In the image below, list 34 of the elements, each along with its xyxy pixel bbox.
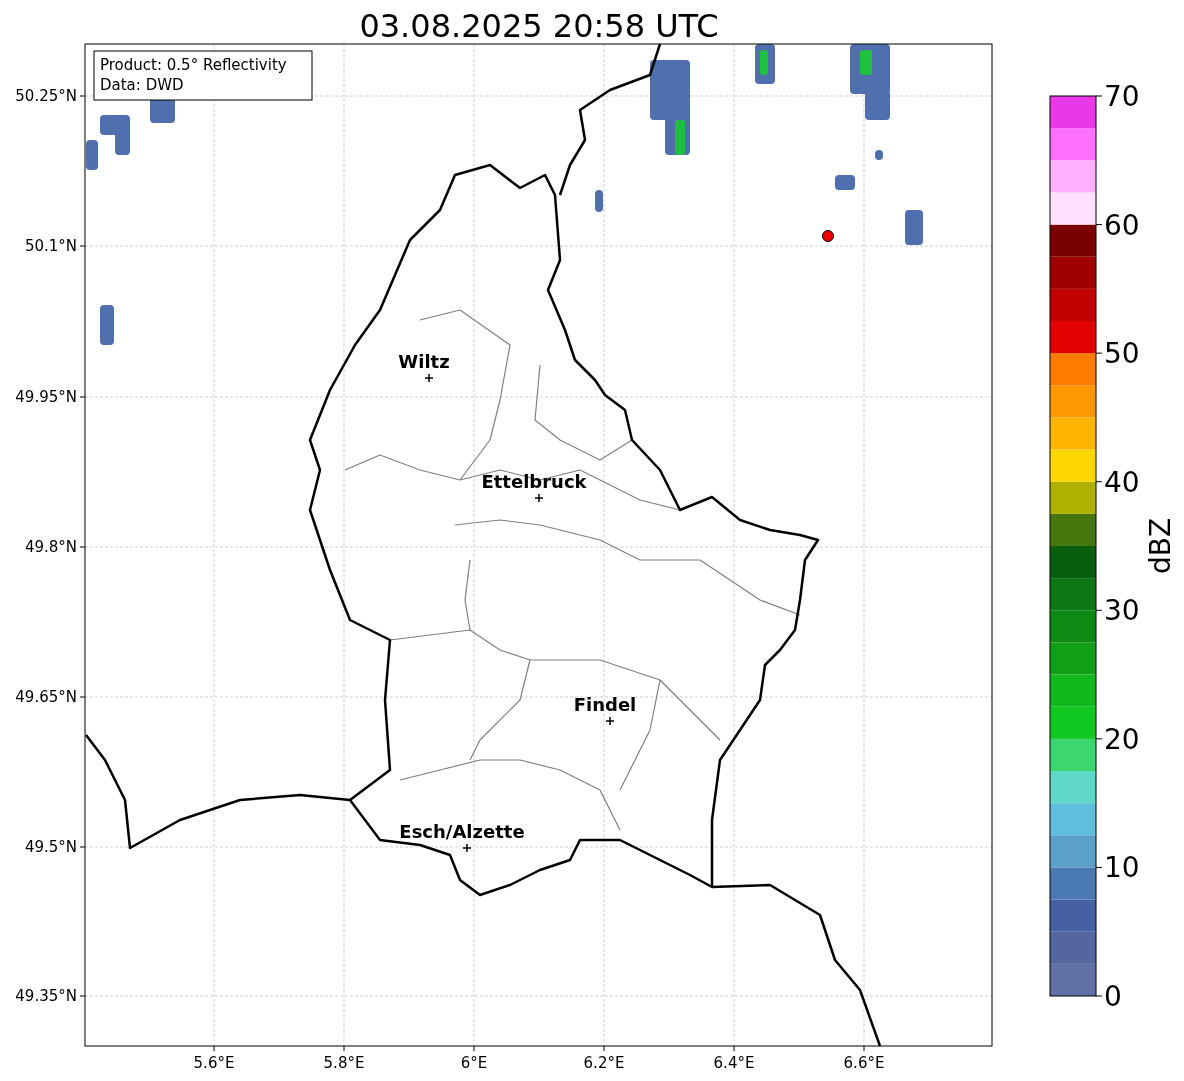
longitude-tick-label: 5.8°E	[323, 1054, 365, 1072]
colorbar-tick-label: 30	[1104, 594, 1140, 628]
colorbar-tick-label: 60	[1104, 208, 1140, 242]
longitude-tick-label: 5.6°E	[193, 1054, 235, 1072]
radar-site-marker	[822, 230, 834, 242]
city-marker-icon	[605, 716, 615, 726]
latitude-tick-label: 49.65°N	[15, 688, 77, 706]
colorbar-tick-label: 70	[1104, 80, 1140, 113]
city-label: Findel	[573, 694, 637, 715]
latitude-tick-label: 49.8°N	[24, 538, 77, 556]
latitude-tick-label: 49.5°N	[24, 838, 77, 856]
colorbar-tick-label: 0	[1104, 980, 1122, 1013]
colorbar-label: dBZ	[1144, 517, 1177, 575]
latitude-tick-label: 50.25°N	[15, 87, 77, 105]
info-text: Product: 0.5° Reflectivity	[100, 56, 287, 74]
latitude-tick-label: 49.95°N	[15, 388, 77, 406]
city-marker-icon	[534, 493, 544, 503]
city-marker-icon	[462, 843, 472, 853]
chart-title: 03.08.2025 20:58 UTC	[359, 7, 719, 45]
city-marker-icon	[424, 373, 434, 383]
longitude-tick-label: 6.2°E	[583, 1054, 625, 1072]
colorbar-tick-label: 40	[1104, 465, 1140, 499]
colorbar-tick-label: 20	[1104, 722, 1140, 756]
info-text: Data: DWD	[100, 76, 184, 94]
latitude-tick-label: 49.35°N	[15, 987, 77, 1005]
city-label: Ettelbruck	[481, 471, 587, 492]
longitude-tick-label: 6.4°E	[713, 1054, 755, 1072]
longitude-tick-label: 6.6°E	[843, 1054, 885, 1072]
city-label: Esch/Alzette	[399, 821, 525, 842]
longitude-tick-label: 6°E	[460, 1054, 488, 1072]
city-label: Wiltz	[398, 351, 450, 372]
colorbar-tick-label: 10	[1104, 851, 1140, 885]
latitude-tick-label: 50.1°N	[24, 237, 77, 255]
colorbar-tick-label: 50	[1104, 337, 1140, 371]
